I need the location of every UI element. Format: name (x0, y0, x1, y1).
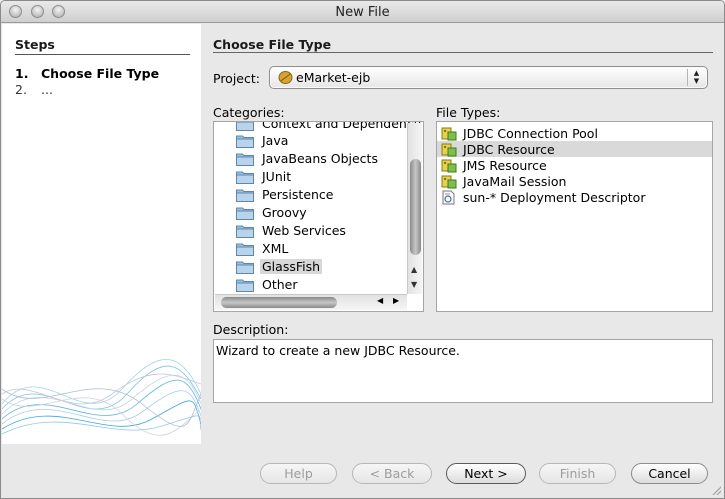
list-item[interactable]: XML (236, 240, 408, 258)
category-label: Web Services (262, 223, 346, 238)
description-label: Description: (213, 322, 289, 337)
folder-icon (236, 261, 254, 274)
vertical-scrollbar[interactable]: ▲ ▼ (407, 123, 422, 294)
step-label: ... (41, 82, 53, 97)
scroll-right-icon[interactable]: ▶ (393, 296, 399, 305)
category-label: XML (262, 241, 289, 256)
file-type-label: sun-* Deployment Descriptor (463, 190, 646, 205)
folder-icon (236, 243, 254, 256)
list-item[interactable]: JMS Resource (437, 157, 712, 173)
decorative-waves-image (2, 359, 201, 436)
scroll-down-icon[interactable]: ▼ (411, 280, 417, 289)
list-item[interactable]: Persistence (236, 186, 408, 204)
file-type-label: JavaMail Session (463, 174, 567, 189)
list-item[interactable]: Java (236, 132, 408, 150)
scrollbar-thumb[interactable] (410, 159, 421, 255)
server-resource-icon (441, 127, 457, 141)
folder-icon (236, 135, 254, 148)
section-divider (213, 52, 713, 53)
project-label: Project: (213, 71, 260, 86)
step-choose-file-type: 1. Choose File Type (15, 66, 159, 81)
list-item-selected[interactable]: JDBC Resource (437, 141, 712, 157)
title-bar[interactable]: New File (1, 1, 724, 23)
description-text: Wizard to create a new JDBC Resource. (213, 339, 713, 403)
category-label: GlassFish (260, 259, 323, 274)
category-label: Java (262, 133, 289, 148)
window-title: New File (335, 5, 390, 20)
section-title: Choose File Type (213, 37, 332, 52)
folder-icon (236, 279, 254, 292)
resize-grip-icon[interactable] (711, 485, 721, 495)
category-label: Groovy (262, 205, 307, 220)
list-item[interactable]: JDBC Connection Pool (437, 125, 712, 141)
project-dropdown[interactable]: eMarket-ejb ▲ ▼ (269, 66, 708, 89)
finish-button[interactable]: Finish (539, 463, 616, 484)
server-resource-icon (441, 143, 457, 157)
list-item[interactable]: JavaMail Session (437, 173, 712, 189)
step-label: Choose File Type (41, 66, 160, 81)
server-resource-icon (441, 175, 457, 189)
list-item[interactable]: Other (236, 276, 408, 294)
project-coffee-bean-icon (278, 71, 293, 84)
steps-panel: Steps 1. Choose File Type 2.... (2, 24, 201, 444)
list-item[interactable]: JUnit (236, 168, 408, 186)
server-resource-icon (441, 159, 457, 173)
list-item[interactable]: JavaBeans Objects (236, 150, 408, 168)
back-button[interactable]: < Back (352, 463, 432, 484)
file-types-label: File Types: (436, 105, 501, 120)
steps-divider (15, 54, 190, 55)
scroll-up-icon[interactable]: ▲ (411, 265, 417, 274)
project-value: eMarket-ejb (296, 70, 371, 85)
folder-icon (236, 122, 254, 131)
category-label: JavaBeans Objects (262, 151, 378, 166)
new-file-dialog: New File Steps 1. Choose File Type 2.... (0, 0, 725, 499)
list-item[interactable]: Web Services (236, 222, 408, 240)
categories-list[interactable]: Context and Dependency Injection Java Ja… (213, 121, 424, 312)
list-item[interactable]: Groovy (236, 204, 408, 222)
help-button[interactable]: Help (260, 463, 337, 484)
step-number: 1. (15, 66, 29, 81)
folder-icon (236, 225, 254, 238)
deployment-descriptor-icon (442, 190, 455, 205)
steps-title: Steps (15, 37, 55, 52)
category-label: Other (262, 277, 298, 292)
category-label: Persistence (262, 187, 334, 202)
dropdown-arrows-icon: ▲ ▼ (687, 69, 705, 86)
file-types-list[interactable]: JDBC Connection Pool JDBC Resource JMS R… (436, 121, 713, 312)
step-next: 2.... (15, 82, 53, 97)
file-type-label: JMS Resource (463, 158, 547, 173)
folder-icon (236, 153, 254, 166)
horizontal-scrollbar[interactable]: ◀ ▶ (215, 294, 407, 310)
categories-label: Categories: (213, 105, 285, 120)
scrollbar-thumb[interactable] (221, 297, 337, 308)
cancel-button[interactable]: Cancel (631, 463, 708, 484)
category-label: JUnit (262, 169, 292, 184)
list-item-selected[interactable]: GlassFish (236, 258, 408, 276)
step-number: 2. (15, 82, 27, 97)
folder-icon (236, 189, 254, 202)
category-label: Context and Dependency Injection (262, 121, 423, 131)
file-type-label: JDBC Connection Pool (463, 126, 598, 141)
folder-icon (236, 171, 254, 184)
next-button[interactable]: Next > (446, 463, 526, 484)
scroll-left-icon[interactable]: ◀ (377, 296, 383, 305)
list-item[interactable]: sun-* Deployment Descriptor (437, 189, 712, 205)
folder-icon (236, 207, 254, 220)
file-type-label: JDBC Resource (463, 142, 555, 157)
